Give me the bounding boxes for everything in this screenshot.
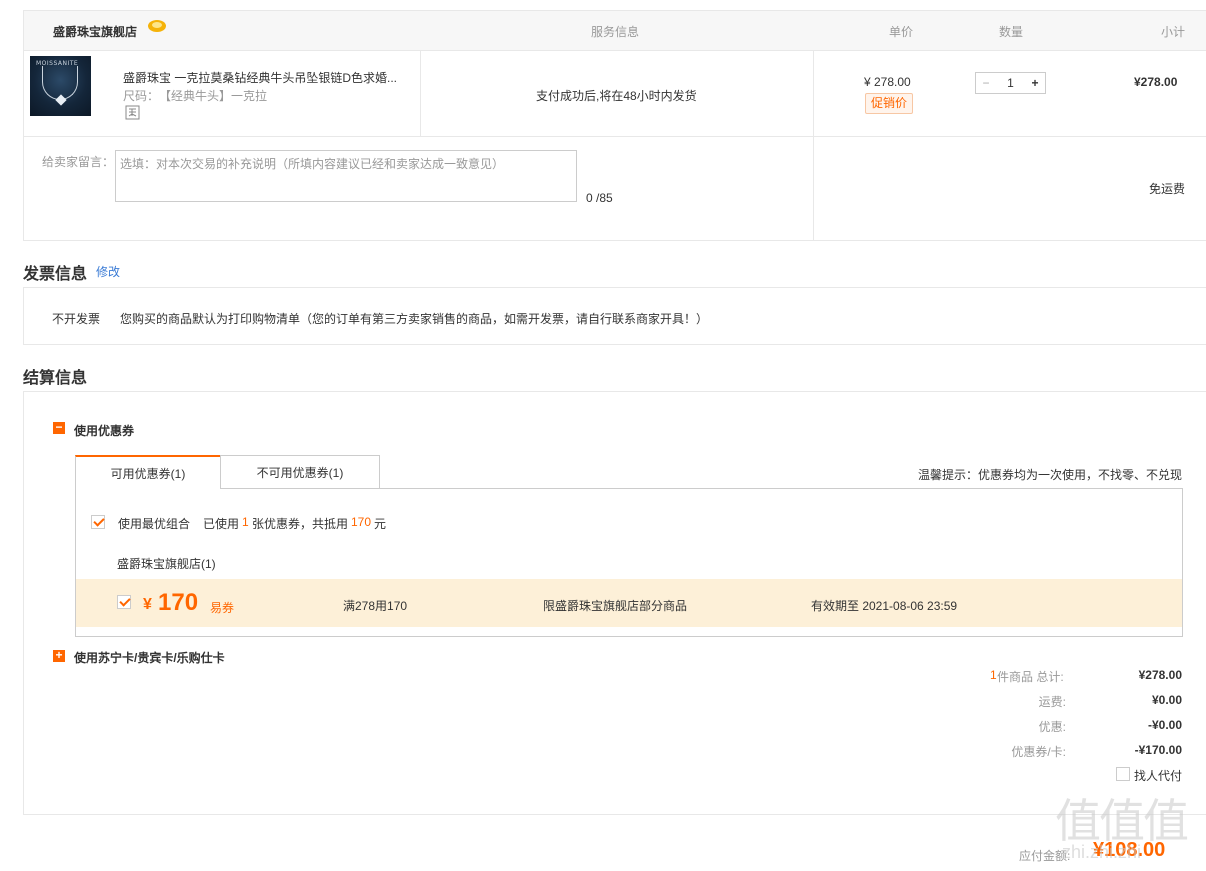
qty-plus-button[interactable]: + — [1025, 76, 1045, 90]
used-suffix: 元 — [374, 517, 387, 531]
summary-coupon-label: 优惠券/卡: — [1011, 745, 1066, 759]
row-divider — [23, 136, 1206, 137]
invoice-edit-link[interactable]: 修改 — [96, 263, 120, 280]
product-thumbnail[interactable]: MOISSANITE — [30, 56, 91, 116]
coupon-checkbox[interactable] — [117, 595, 131, 609]
expand-icon[interactable]: + — [53, 649, 65, 662]
col-divider — [420, 51, 421, 136]
summary-discount: -¥0.00 — [1147, 718, 1182, 732]
summary-total: ¥278.00 — [1138, 668, 1182, 682]
message-counter: 0 /85 — [586, 191, 613, 205]
line-subtotal: ¥278.00 — [1134, 75, 1178, 89]
shipping-free: 免运费 — [1149, 182, 1186, 196]
coupon-section-label[interactable]: 使用优惠券 — [74, 422, 134, 439]
used-amount: 170 — [351, 515, 372, 529]
summary-count-label: 件商品 总计: — [997, 670, 1064, 684]
col-divider — [813, 51, 814, 241]
qty-minus-button[interactable]: − — [976, 76, 996, 90]
header-service: 服务信息 — [591, 25, 640, 39]
product-spec-value: 【经典牛头】一克拉 — [159, 89, 268, 103]
message-label: 给卖家留言： — [42, 155, 115, 169]
summary-coupon: -¥170.00 — [1134, 743, 1182, 757]
coupon-amount: 170 — [158, 589, 199, 616]
summary-shipping: ¥0.00 — [1151, 693, 1182, 707]
coupon-store-group: 盛爵珠宝旗舰店(1) — [117, 557, 216, 571]
best-combo-label: 使用最优组合 — [118, 517, 191, 531]
store-order-box — [23, 10, 1206, 241]
qty-value[interactable]: 1 — [996, 76, 1025, 90]
invoice-note: 您购买的商品默认为打印购物清单（您的订单有第三方卖家销售的商品，如需开发票，请自… — [120, 312, 709, 326]
coupon-hint: 温馨提示：优惠券均为一次使用，不找零、不兑现 — [917, 468, 1182, 482]
coupon-currency: ¥ — [143, 596, 152, 613]
product-title[interactable]: 盛爵珠宝 一克拉莫桑钻经典牛头吊坠银链D色求婚... — [123, 69, 408, 86]
promo-price-badge: 促销价 — [865, 93, 913, 114]
header-qty: 数量 — [999, 25, 1024, 39]
service-info: 支付成功后,将在48小时内发货 — [536, 89, 697, 103]
product-spec-label: 尺码： — [123, 89, 160, 103]
store-name[interactable]: 盛爵珠宝旗舰店 — [53, 23, 137, 40]
coupon-rule: 满278用170 — [343, 599, 408, 613]
used-mid: 张优惠券，共抵用 — [252, 517, 349, 531]
tab-available-coupons[interactable]: 可用优惠券(1) — [75, 455, 221, 489]
guarantee-icon — [125, 105, 140, 120]
watermark-text: zhi.zhi.zhi — [1062, 842, 1142, 862]
invoice-type: 不开发票 — [52, 312, 101, 326]
store-badge-icon — [148, 20, 166, 32]
invoice-title: 发票信息 — [23, 266, 88, 283]
proxy-pay-checkbox[interactable] — [1116, 767, 1130, 781]
coupon-expiry: 有效期至 2021-08-06 23:59 — [811, 599, 958, 613]
seller-message-input[interactable] — [115, 150, 577, 202]
coupon-type: 易券 — [210, 601, 235, 615]
tab-unavailable-coupons[interactable]: 不可用优惠券(1) — [220, 455, 380, 489]
header-price: 单价 — [889, 25, 914, 39]
summary-discount-label: 优惠: — [1038, 720, 1066, 734]
settlement-title: 结算信息 — [23, 370, 88, 387]
coupon-scope: 限盛爵珠宝旗舰店部分商品 — [543, 599, 688, 613]
proxy-pay-label[interactable]: 找人代付 — [1134, 767, 1182, 784]
summary-count: 1 — [990, 668, 997, 682]
unit-price: ¥ 278.00 — [864, 75, 911, 89]
used-prefix: 已使用 — [203, 517, 240, 531]
used-count: 1 — [242, 515, 249, 529]
header-subtotal: 小计 — [1161, 25, 1186, 39]
collapse-icon[interactable]: − — [53, 421, 65, 434]
quantity-stepper: − 1 + — [975, 72, 1046, 94]
card-section-label[interactable]: 使用苏宁卡/贵宾卡/乐购仕卡 — [74, 649, 225, 666]
summary-shipping-label: 运费: — [1038, 695, 1066, 709]
best-combo-checkbox[interactable] — [91, 515, 105, 529]
